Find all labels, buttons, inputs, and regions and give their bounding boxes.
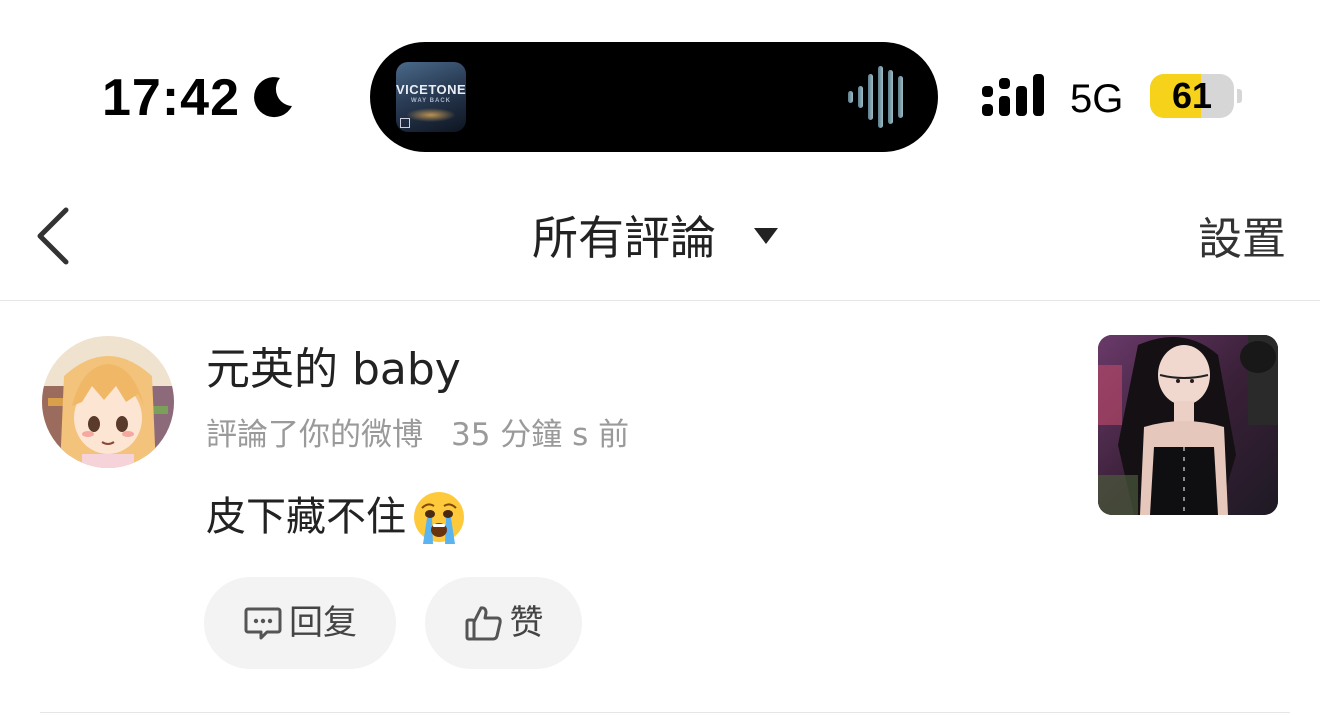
post-thumbnail[interactable] [1098,335,1278,515]
album-title: VICETONE [396,82,466,97]
comment-action: 評論了你的微博 [206,417,423,453]
battery-indicator: 61 [1150,74,1234,118]
like-button[interactable]: 赞 [425,577,582,669]
battery-percent: 61 [1171,75,1213,116]
album-label-mark [400,118,410,128]
reply-button[interactable]: 回复 [204,577,396,669]
thumbs-up-icon [465,606,502,641]
album-glow [406,108,456,122]
like-label: 赞 [509,603,544,643]
page-title[interactable]: 所有評論 [532,210,716,266]
comment-body: 皮下藏不住 [206,494,406,540]
settings-button[interactable]: 設置 [1198,212,1286,268]
status-time: 17:42 [102,69,240,127]
avatar[interactable] [42,336,174,468]
network-type: 5G [1070,77,1124,121]
dynamic-island[interactable]: VICETONE WAY BACK [370,42,938,152]
battery-tip [1237,89,1242,103]
audio-waveform-icon [848,66,903,128]
album-art[interactable]: VICETONE WAY BACK [396,62,466,132]
screen: 17:42 VICETONE WAY BACK 5G 61 所有評論 設置 元英… [0,0,1320,715]
post-thumbnail-image [1098,335,1278,515]
comment-divider [40,712,1290,713]
comment-time: 35 分鐘 s 前 [451,417,630,453]
album-subtitle: WAY BACK [410,98,451,104]
loudly-crying-face-icon [414,492,464,544]
comment-meta: 評論了你的微博 35 分鐘 s 前 [206,414,629,456]
nav-divider [0,300,1320,301]
moon-icon [254,77,292,118]
comment-text: 皮下藏不住 [206,488,468,546]
reply-label: 回复 [289,603,357,643]
caret-down-icon[interactable] [752,226,780,246]
comment-bubble-icon [244,607,282,640]
avatar-image [42,336,174,468]
chevron-left-icon[interactable] [34,206,74,266]
cellular-signal-icon [982,74,1044,116]
username[interactable]: 元英的 baby [206,342,461,398]
